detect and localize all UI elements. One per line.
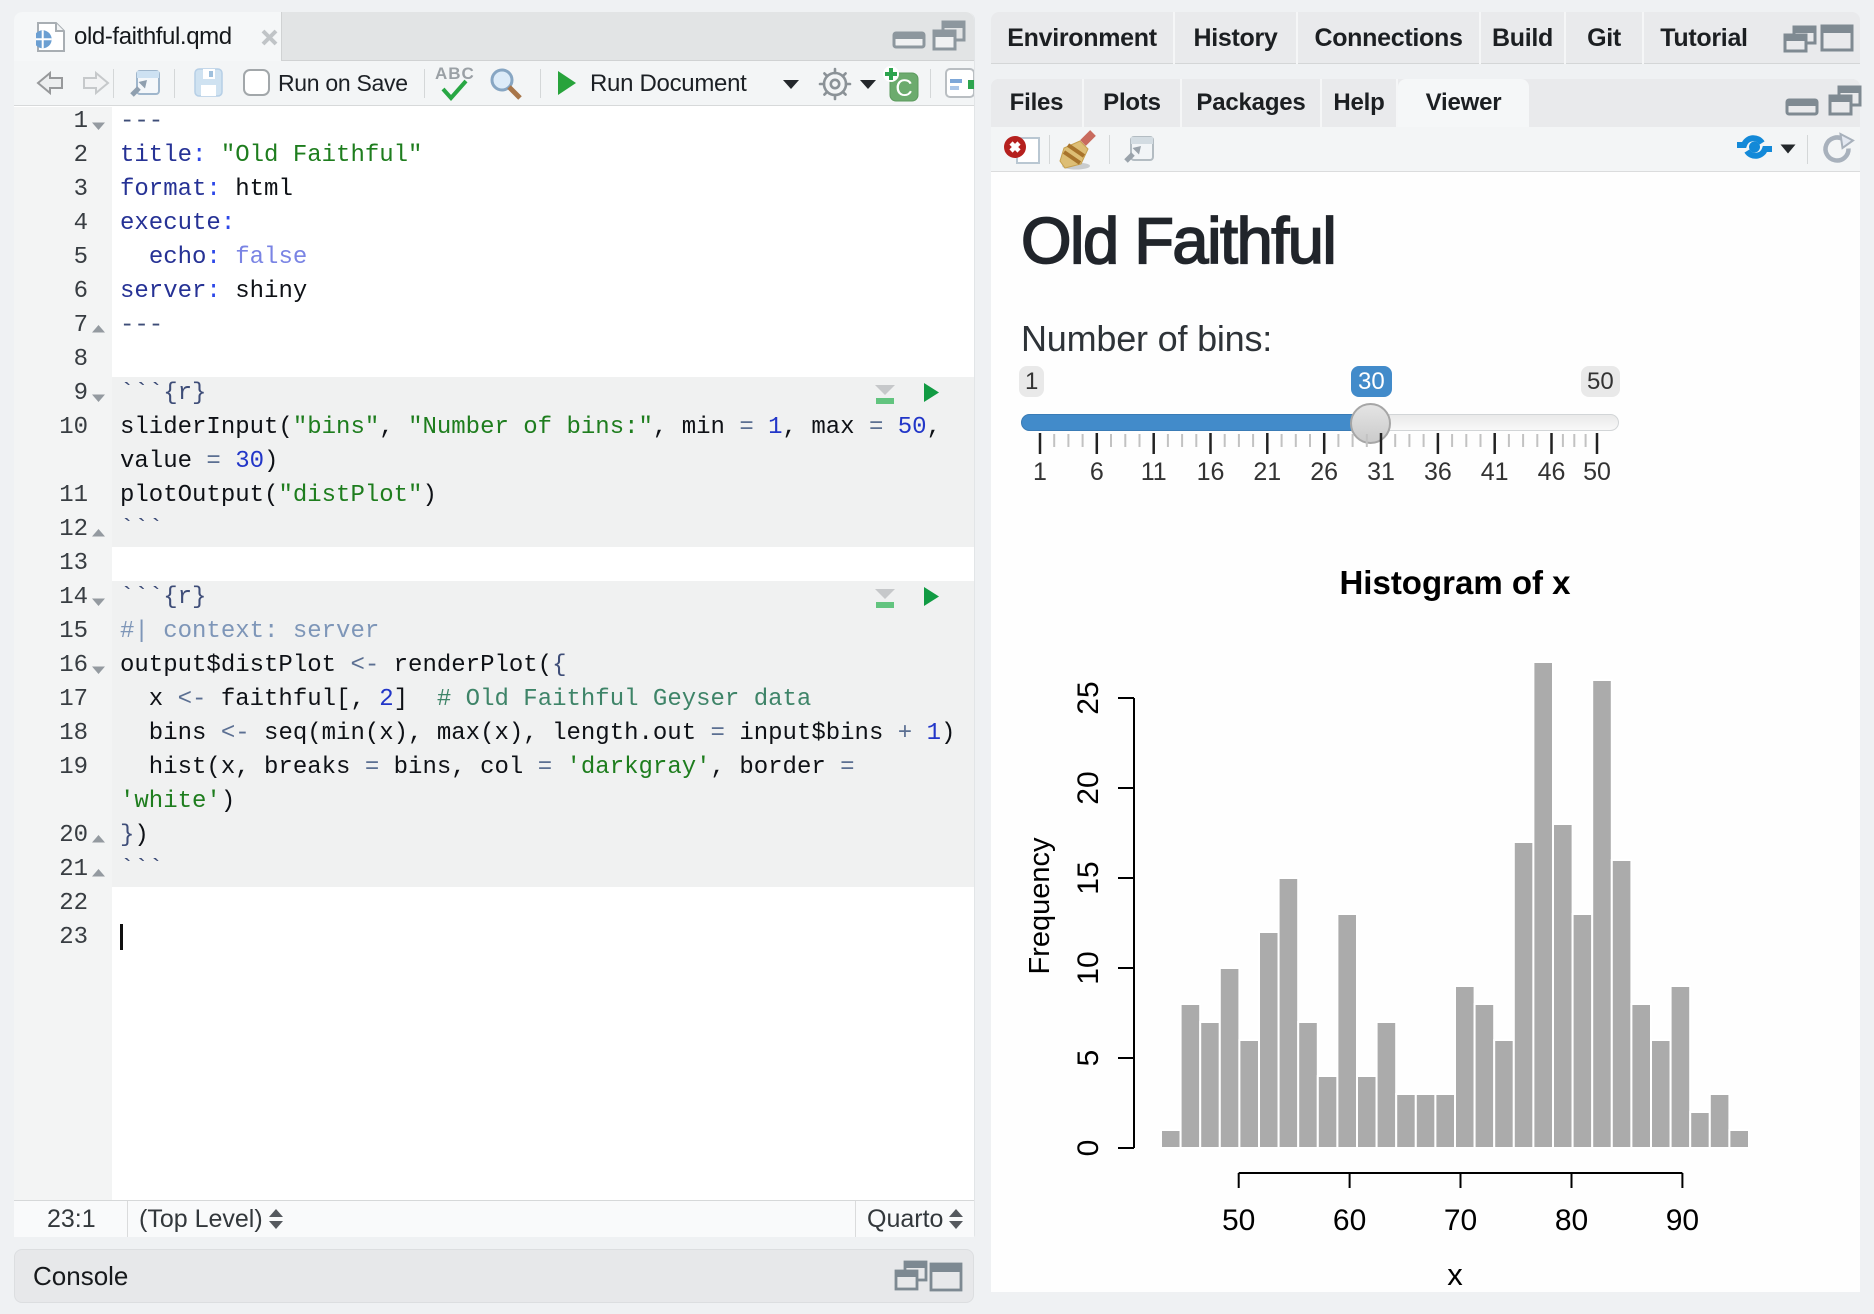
- svg-text:25: 25: [1072, 681, 1105, 714]
- svg-text:46: 46: [1538, 458, 1566, 486]
- svg-text:90: 90: [1666, 1204, 1699, 1237]
- svg-text:15: 15: [1072, 861, 1105, 894]
- svg-text:Histogram of x: Histogram of x: [1339, 564, 1571, 601]
- svg-text:50: 50: [1583, 458, 1611, 486]
- svg-text:36: 36: [1424, 458, 1452, 486]
- svg-text:80: 80: [1555, 1204, 1588, 1237]
- svg-text:10: 10: [1072, 951, 1105, 984]
- svg-text:x: x: [1447, 1257, 1463, 1292]
- svg-text:11: 11: [1141, 458, 1167, 486]
- svg-text:0: 0: [1072, 1140, 1105, 1157]
- svg-text:50: 50: [1222, 1204, 1255, 1237]
- svg-text:1: 1: [1033, 458, 1047, 486]
- svg-text:21: 21: [1253, 458, 1281, 486]
- svg-text:6: 6: [1090, 458, 1104, 486]
- svg-text:70: 70: [1444, 1204, 1477, 1237]
- svg-text:41: 41: [1481, 458, 1509, 486]
- svg-text:Frequency: Frequency: [1024, 837, 1056, 975]
- svg-text:5: 5: [1072, 1050, 1105, 1067]
- svg-text:20: 20: [1072, 771, 1105, 804]
- svg-text:16: 16: [1197, 458, 1225, 486]
- svg-text:60: 60: [1333, 1204, 1366, 1237]
- svg-text:26: 26: [1310, 458, 1338, 486]
- svg-text:C: C: [895, 75, 912, 102]
- svg-text:31: 31: [1367, 458, 1395, 486]
